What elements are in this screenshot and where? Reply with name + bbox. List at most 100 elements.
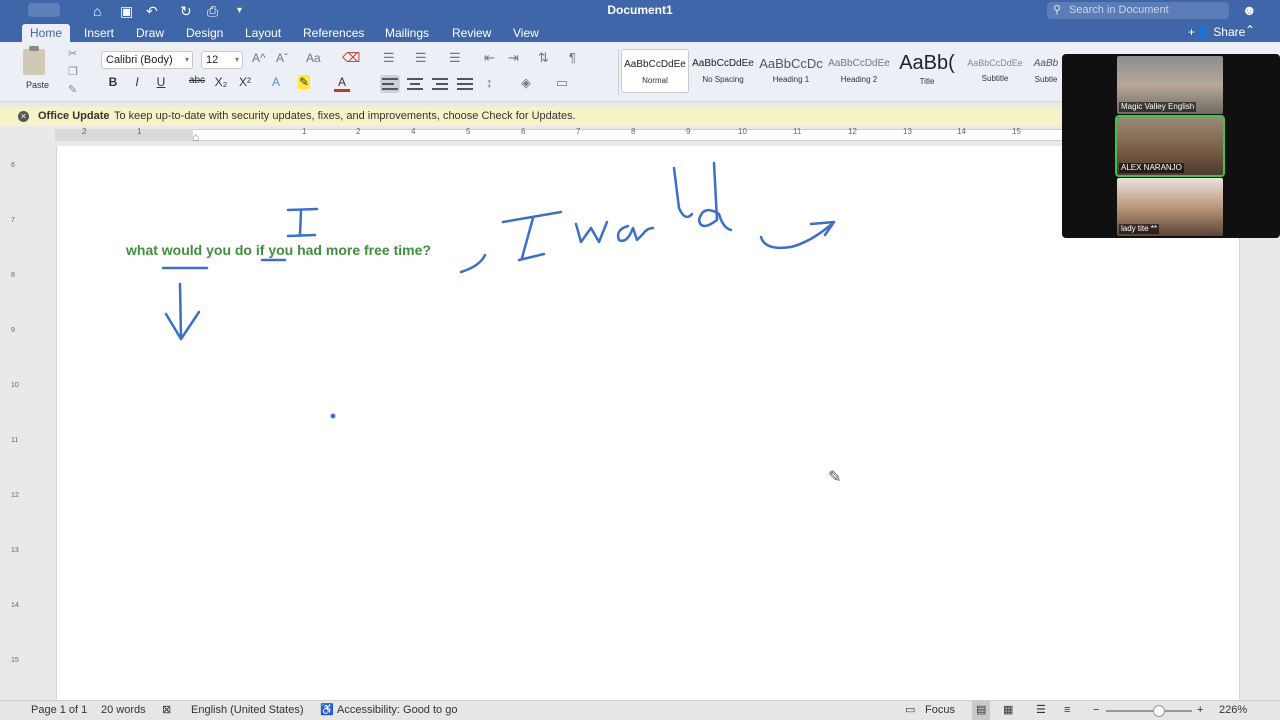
- increase-indent-icon[interactable]: ⇥: [508, 50, 519, 66]
- ruler-number: 9: [686, 127, 691, 136]
- ribbon-tabs: Home Insert Draw Design Layout Reference…: [0, 22, 1280, 42]
- draft-view-icon[interactable]: ≡: [1064, 701, 1070, 720]
- style-sample: AaBbCcDdEe: [624, 59, 686, 70]
- pilcrow-icon[interactable]: ¶: [569, 50, 576, 65]
- word-count[interactable]: 20 words: [101, 701, 146, 720]
- strikethrough-button[interactable]: abc: [186, 75, 208, 86]
- italic-button[interactable]: I: [129, 75, 145, 89]
- cut-icon[interactable]: ✂: [68, 47, 77, 60]
- justify-button[interactable]: [455, 75, 475, 93]
- horizontal-ruler[interactable]: 2 1 ⌂ 1 2 4 5 6 7 8 9 10 11 12 13 14 15: [0, 126, 1062, 144]
- participant-tile[interactable]: ALEX NARANJO: [1115, 115, 1225, 177]
- participant-tile[interactable]: Magic Valley English: [1117, 56, 1223, 114]
- text-effects-icon[interactable]: A: [268, 75, 284, 89]
- participant-tile[interactable]: lady tite **: [1117, 178, 1223, 236]
- zoom-slider[interactable]: [1106, 710, 1192, 712]
- sort-icon[interactable]: ⇅: [538, 50, 549, 66]
- collapse-ribbon-icon[interactable]: ⌃: [1245, 23, 1255, 37]
- ruler-number: 7: [576, 127, 581, 136]
- align-right-button[interactable]: [430, 75, 450, 93]
- paste-icon[interactable]: [23, 46, 45, 75]
- copy-icon[interactable]: ❐: [68, 65, 78, 78]
- style-subtle[interactable]: AaBb Subtle: [1029, 49, 1063, 93]
- ink-dot: [330, 413, 336, 419]
- style-title[interactable]: AaBb( Title: [893, 49, 961, 93]
- account-icon[interactable]: ☻: [1242, 2, 1257, 18]
- font-color-icon[interactable]: A: [334, 75, 350, 92]
- bullets-icon[interactable]: ☰: [383, 50, 395, 66]
- title-bar: ⌂ ▣ ↶ ↻ ⎙ ▾ Document1 ⚲ Search in Docume…: [0, 0, 1280, 22]
- tab-mailings[interactable]: Mailings: [377, 24, 437, 42]
- tab-layout[interactable]: Layout: [237, 24, 289, 42]
- zoom-level[interactable]: 226%: [1219, 701, 1247, 720]
- update-message: To keep up-to-date with security updates…: [114, 110, 576, 122]
- vertical-ruler[interactable]: 6 7 8 9 10 11 12 13 14 15: [8, 150, 22, 700]
- borders-icon[interactable]: ▭: [556, 75, 568, 91]
- zoom-out-icon[interactable]: −: [1093, 701, 1099, 720]
- ruler-number: 14: [957, 127, 966, 136]
- close-icon[interactable]: ✕: [18, 111, 29, 122]
- underline-button[interactable]: U: [153, 75, 169, 89]
- zoom-slider-thumb[interactable]: [1153, 705, 1165, 717]
- tab-review[interactable]: Review: [444, 24, 499, 42]
- style-sample: AaBbCcDc: [759, 56, 823, 71]
- change-case-icon[interactable]: Aa: [306, 51, 321, 65]
- style-heading-2[interactable]: AaBbCcDdEe Heading 2: [825, 49, 893, 93]
- decrease-indent-icon[interactable]: ⇤: [484, 50, 495, 66]
- proofing-icon[interactable]: ⊠: [162, 701, 171, 720]
- style-heading-1[interactable]: AaBbCcDc Heading 1: [757, 49, 825, 93]
- tab-design[interactable]: Design: [178, 24, 231, 42]
- style-sample: AaBbCcDdEe: [692, 58, 754, 69]
- ink-handwriting-l: [672, 166, 694, 219]
- style-name: Normal: [642, 76, 668, 85]
- tab-references[interactable]: References: [295, 24, 372, 42]
- bold-button[interactable]: B: [105, 75, 121, 89]
- format-painter-icon[interactable]: ✎: [68, 83, 77, 96]
- grow-font-icon[interactable]: A^: [252, 51, 266, 65]
- web-layout-icon[interactable]: ▦: [1003, 701, 1013, 720]
- paste-button-label[interactable]: Paste: [26, 80, 49, 90]
- style-normal[interactable]: AaBbCcDdEe Normal: [621, 49, 689, 93]
- shrink-font-icon[interactable]: Aˇ: [276, 51, 288, 65]
- shading-icon[interactable]: ◈: [521, 75, 531, 91]
- style-sample: AaBbCcDdEe: [967, 58, 1023, 68]
- focus-icon[interactable]: ▭: [905, 701, 915, 720]
- zoom-in-icon[interactable]: +: [1197, 701, 1203, 720]
- page-count[interactable]: Page 1 of 1: [31, 701, 87, 720]
- subscript-button[interactable]: X₂: [213, 75, 229, 89]
- tab-draw[interactable]: Draw: [128, 24, 172, 42]
- superscript-button[interactable]: X²: [237, 75, 253, 89]
- style-name: Subtitle: [981, 74, 1009, 83]
- multilevel-list-icon[interactable]: ☰: [449, 50, 461, 66]
- ruler-number: 12: [848, 127, 857, 136]
- accessibility-icon[interactable]: ♿: [320, 701, 334, 720]
- accessibility-status[interactable]: Accessibility: Good to go: [337, 701, 457, 720]
- ink-arrow-curve: [759, 221, 835, 250]
- font-name-select[interactable]: Calibri (Body) ▾: [101, 51, 193, 69]
- style-no-spacing[interactable]: AaBbCcDdEe No Spacing: [689, 49, 757, 93]
- align-center-button[interactable]: [405, 75, 425, 93]
- pen-cursor-icon: ✎: [828, 467, 841, 486]
- numbering-icon[interactable]: ☰: [415, 50, 427, 66]
- align-left-button[interactable]: [380, 75, 400, 93]
- clear-formatting-icon[interactable]: ⌫: [342, 50, 360, 66]
- search-input[interactable]: ⚲ Search in Document: [1047, 2, 1229, 19]
- highlight-icon[interactable]: ✎: [298, 75, 310, 89]
- ruler-number: 6: [11, 162, 15, 169]
- style-subtitle[interactable]: AaBbCcDdEe Subtitle: [961, 49, 1029, 93]
- tab-view[interactable]: View: [505, 24, 547, 42]
- tab-home[interactable]: Home: [22, 24, 71, 42]
- ink-comma: [459, 253, 487, 274]
- share-button[interactable]: +👤 Share: [1188, 24, 1245, 40]
- focus-button[interactable]: Focus: [925, 701, 955, 720]
- print-layout-icon[interactable]: ▤: [972, 701, 991, 720]
- font-size-select[interactable]: 12 ▾: [201, 51, 243, 69]
- style-sample: AaBb: [1033, 58, 1059, 69]
- indent-marker-icon[interactable]: ⌂: [192, 130, 199, 144]
- tab-insert[interactable]: Insert: [76, 24, 122, 42]
- language[interactable]: English (United States): [191, 701, 304, 720]
- line-spacing-icon[interactable]: ↕: [486, 75, 493, 90]
- participant-name: lady tite **: [1119, 224, 1160, 234]
- outline-view-icon[interactable]: ☰: [1036, 701, 1046, 720]
- style-sample: AaBbCcDdEe: [828, 58, 890, 69]
